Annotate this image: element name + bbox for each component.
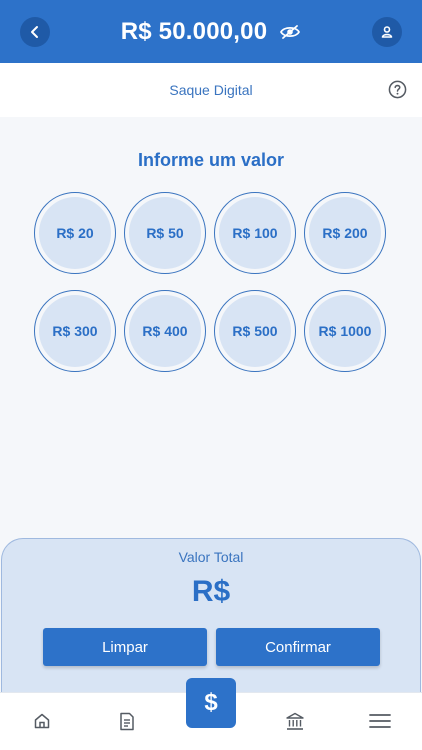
amount-label: R$ 500	[219, 295, 291, 367]
amount-label: R$ 400	[129, 295, 201, 367]
amount-option-300[interactable]: R$ 300	[34, 290, 116, 372]
page-title: Saque Digital	[169, 82, 253, 98]
dollar-icon: $	[204, 689, 218, 716]
amount-option-500[interactable]: R$ 500	[214, 290, 296, 372]
balance-group: R$ 50.000,00	[121, 18, 302, 46]
profile-button[interactable]	[372, 17, 402, 47]
amount-label: R$ 50	[129, 197, 201, 269]
withdraw-button[interactable]: $	[186, 678, 236, 728]
total-panel: Valor Total R$ Limpar Confirmar	[1, 538, 421, 698]
document-icon[interactable]	[115, 709, 139, 733]
amount-prompt: Informe um valor	[137, 150, 285, 170]
amount-option-50[interactable]: R$ 50	[124, 192, 206, 274]
back-button[interactable]	[20, 17, 50, 47]
chevron-left-icon	[31, 26, 38, 38]
amount-label: R$ 1000	[309, 295, 381, 367]
amount-label: R$ 20	[39, 197, 111, 269]
menu-icon[interactable]	[368, 709, 392, 733]
amount-label: R$ 200	[309, 197, 381, 269]
total-label: Valor Total	[178, 549, 244, 565]
bank-icon[interactable]	[283, 709, 307, 733]
amount-option-20[interactable]: R$ 20	[34, 192, 116, 274]
amount-option-1000[interactable]: R$ 1000	[304, 290, 386, 372]
help-circle-icon[interactable]	[387, 79, 407, 99]
total-value: R$	[191, 575, 231, 608]
user-icon	[381, 26, 393, 38]
home-icon[interactable]	[30, 709, 54, 733]
amount-grid: R$ 20 R$ 50 R$ 100 R$ 200 R$ 300 R$ 400 …	[34, 192, 390, 372]
amount-label: R$ 100	[219, 197, 291, 269]
subheader: Saque Digital	[0, 63, 422, 117]
amount-option-100[interactable]: R$ 100	[214, 192, 296, 274]
eye-off-icon[interactable]	[279, 21, 301, 43]
balance-amount: R$ 50.000,00	[120, 17, 268, 45]
confirm-button[interactable]: Confirmar	[216, 628, 380, 666]
amount-option-400[interactable]: R$ 400	[124, 290, 206, 372]
amount-option-200[interactable]: R$ 200	[304, 192, 386, 274]
clear-button[interactable]: Limpar	[43, 628, 207, 666]
app: R$ 50.000,00 Saque Digital Informe um va…	[0, 0, 422, 750]
amount-label: R$ 300	[39, 295, 111, 367]
header-bar: R$ 50.000,00	[0, 0, 422, 63]
